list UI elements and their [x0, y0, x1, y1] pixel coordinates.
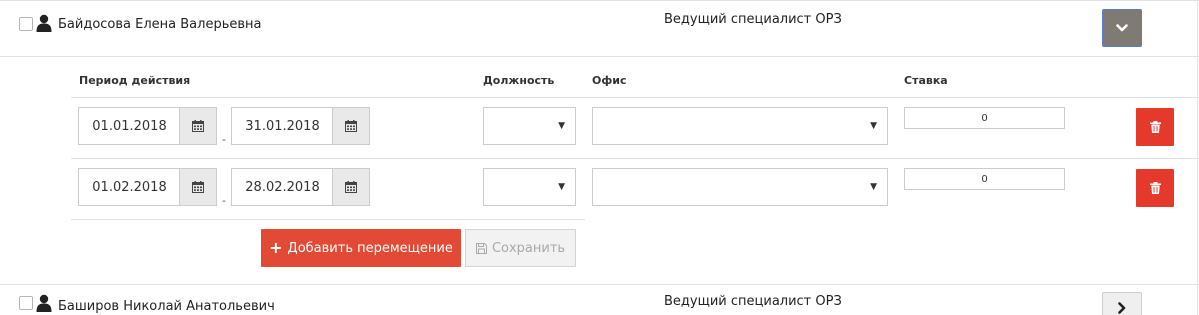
save-button[interactable]: Сохранить: [465, 229, 576, 267]
chevron-down-icon: [1116, 24, 1128, 32]
calendar-icon: [192, 120, 204, 132]
calendar-icon: [345, 120, 357, 132]
user-icon: [36, 294, 52, 312]
date-from-calendar-button[interactable]: [179, 168, 217, 206]
date-to-input[interactable]: 31.01.2018: [231, 107, 333, 145]
user-icon: [36, 14, 52, 32]
office-select[interactable]: ▼: [592, 168, 888, 206]
plus-icon: +: [269, 238, 283, 257]
date-range-separator: -: [222, 133, 226, 146]
date-to-calendar-button[interactable]: [332, 107, 370, 145]
floppy-disk-icon: [475, 242, 487, 254]
delete-assignment-button[interactable]: [1136, 169, 1174, 207]
caret-down-icon: ▼: [870, 121, 877, 131]
employee-name: Баширов Николай Анатольевич: [58, 299, 275, 314]
rate-input[interactable]: 0: [904, 107, 1065, 129]
employee-checkbox[interactable]: [19, 296, 33, 310]
rate-input[interactable]: 0: [904, 168, 1065, 190]
employee-checkbox[interactable]: [19, 17, 33, 31]
position-select[interactable]: ▼: [483, 168, 576, 206]
employee-row: Байдосова Елена Валерьевна Ведущий специ…: [0, 0, 1199, 56]
caret-down-icon: ▼: [870, 182, 877, 192]
trash-icon: [1149, 121, 1161, 133]
column-header-period: Период действия: [79, 74, 191, 87]
calendar-icon: [192, 181, 204, 193]
employee-row: Баширов Николай Анатольевич Ведущий спец…: [0, 285, 1199, 315]
date-range-separator: -: [222, 194, 226, 207]
expand-toggle-button[interactable]: [1102, 9, 1142, 47]
expand-toggle-button[interactable]: [1102, 292, 1142, 315]
table-header-divider: [71, 97, 1199, 98]
position-select[interactable]: ▼: [483, 107, 576, 145]
add-transfer-button[interactable]: + Добавить перемещение: [261, 229, 461, 267]
chevron-right-icon: [1118, 302, 1126, 314]
date-to-calendar-button[interactable]: [332, 168, 370, 206]
calendar-icon: [345, 181, 357, 193]
employee-position: Ведущий специалист ОРЗ: [664, 12, 842, 27]
column-header-rate: Ставка: [904, 74, 948, 87]
date-from-input[interactable]: 01.01.2018: [78, 107, 180, 145]
table-row-divider: [71, 219, 585, 220]
employee-row-divider: [0, 56, 1199, 57]
column-header-position: Должность: [483, 74, 555, 87]
caret-down-icon: ▼: [558, 182, 565, 192]
column-header-office: Офис: [592, 74, 627, 87]
date-from-input[interactable]: 01.02.2018: [78, 168, 180, 206]
date-from-calendar-button[interactable]: [179, 107, 217, 145]
delete-assignment-button[interactable]: [1136, 108, 1174, 146]
table-row-divider: [71, 158, 1199, 159]
save-label: Сохранить: [491, 240, 566, 256]
add-transfer-label: Добавить перемещение: [287, 240, 453, 256]
date-to-input[interactable]: 28.02.2018: [231, 168, 333, 206]
employee-name: Байдосова Елена Валерьевна: [58, 17, 262, 32]
office-select[interactable]: ▼: [592, 107, 888, 145]
caret-down-icon: ▼: [558, 121, 565, 131]
employee-position: Ведущий специалист ОРЗ: [664, 294, 842, 309]
trash-icon: [1149, 182, 1161, 194]
